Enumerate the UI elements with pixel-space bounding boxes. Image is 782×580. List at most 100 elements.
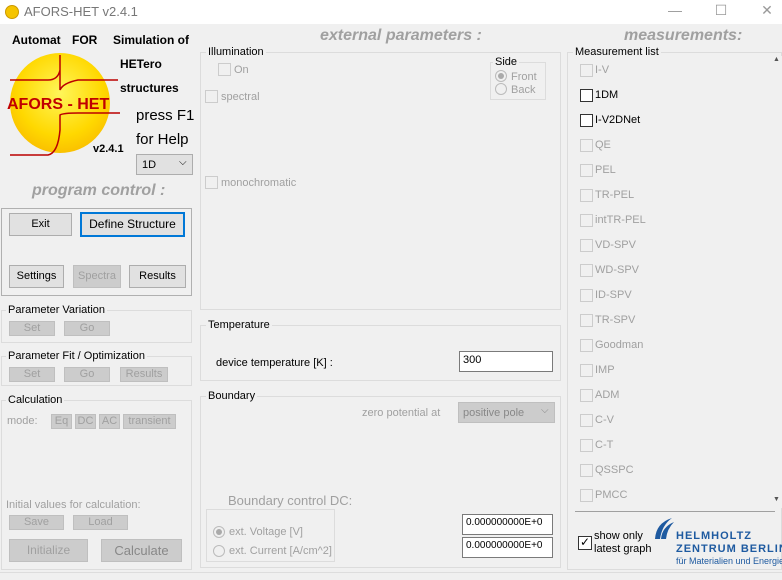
measurement-checkbox[interactable] [580, 89, 593, 102]
ac-button[interactable]: AC [99, 414, 120, 429]
monochromatic-checkbox[interactable] [205, 176, 218, 189]
initial-values-label: Initial values for calculation: [6, 499, 141, 511]
measurement-label: QE [595, 139, 611, 151]
side-label: Side [493, 56, 520, 68]
structures-text: structures [120, 81, 179, 95]
title-bar: AFORS-HET v2.4.1 — ☐ ✕ [0, 0, 782, 24]
measurement-label: ADM [595, 389, 620, 401]
calculation-label: Calculation [6, 394, 65, 406]
exit-button[interactable]: Exit [9, 213, 72, 236]
measurement-checkbox[interactable] [580, 464, 593, 477]
results-button[interactable]: Results [129, 265, 186, 288]
calculate-button[interactable]: Calculate [101, 539, 182, 562]
close-button[interactable]: ✕ [752, 2, 782, 19]
chevron-down-icon: ⌵ [541, 405, 549, 416]
scroll-up-icon[interactable]: ▲ [773, 56, 780, 63]
zero-potential-select[interactable]: positive pole ⌵ [458, 402, 555, 423]
measurement-checkbox[interactable] [580, 339, 593, 352]
measurement-checkbox[interactable] [580, 239, 593, 252]
save-button[interactable]: Save [9, 515, 64, 530]
voltage-input[interactable]: 0.000000000E+0 [462, 514, 553, 535]
measurement-label: IMP [595, 364, 615, 376]
measurement-label: C-V [595, 414, 614, 426]
status-bar [0, 572, 782, 573]
scroll-down-icon[interactable]: ▼ [773, 496, 780, 503]
helmholtz-logo-icon [655, 518, 674, 539]
minimize-button[interactable]: — [660, 2, 690, 18]
measurement-label: WD-SPV [595, 264, 639, 276]
measurement-label: I-V2DNet [595, 114, 641, 126]
measurements-header: measurements: [624, 27, 743, 44]
measurement-checkbox[interactable] [580, 139, 593, 152]
settings-button[interactable]: Settings [9, 265, 64, 288]
measurement-checkbox[interactable] [580, 114, 593, 127]
pf-go-button[interactable]: Go [64, 367, 110, 382]
on-checkbox[interactable] [218, 63, 231, 76]
dimension-select[interactable]: 1D ⌵ [136, 154, 193, 175]
define-structure-button[interactable]: Define Structure [80, 212, 185, 237]
measurement-label: intTR-PEL [595, 214, 646, 226]
front-radio[interactable] [495, 70, 507, 82]
measurement-checkbox[interactable] [580, 414, 593, 427]
initialize-button[interactable]: Initialize [9, 539, 88, 562]
measurement-checkbox[interactable] [580, 189, 593, 202]
for-help-text: for Help [136, 131, 189, 148]
for-text: FOR [72, 33, 98, 47]
measurement-list-label: Measurement list [573, 46, 661, 58]
measurement-scrollbar[interactable]: ▲ ▼ [773, 56, 782, 508]
maximize-button[interactable]: ☐ [706, 2, 736, 19]
spectral-checkbox[interactable] [205, 90, 218, 103]
window-title: AFORS-HET v2.4.1 [24, 4, 138, 19]
measurement-checkbox[interactable] [580, 64, 593, 77]
measurement-label: VD-SPV [595, 239, 636, 251]
measurement-checkbox[interactable] [580, 289, 593, 302]
on-label: On [234, 64, 249, 76]
device-temperature-label: device temperature [K] : [216, 357, 333, 369]
pv-set-button[interactable]: Set [9, 321, 55, 336]
boundary-control-dc-label: Boundary control DC: [228, 493, 353, 508]
measurement-label: I-V [595, 64, 610, 76]
pf-set-button[interactable]: Set [9, 367, 55, 382]
current-input[interactable]: 0.000000000E+0 [462, 537, 553, 558]
zero-potential-label: zero potential at [362, 407, 441, 419]
measurement-checkbox[interactable] [580, 314, 593, 327]
load-button[interactable]: Load [73, 515, 128, 530]
measurement-label: Goodman [595, 339, 644, 351]
pf-results-button[interactable]: Results [120, 367, 168, 382]
measurement-label: QSSPC [595, 464, 634, 476]
ext-voltage-radio[interactable] [213, 526, 225, 538]
measurement-checkbox[interactable] [580, 164, 593, 177]
measurement-label: PMCC [595, 489, 628, 501]
measurement-label: TR-SPV [595, 314, 636, 326]
measurement-checkbox[interactable] [580, 389, 593, 402]
ext-voltage-label: ext. Voltage [V] [229, 526, 303, 538]
logo-text: AFORS - HET [7, 96, 110, 113]
measurement-checkbox[interactable] [580, 214, 593, 227]
hzb-line3: für Materialien und Energie [676, 556, 782, 566]
back-radio[interactable] [495, 83, 507, 95]
external-parameters-header: external parameters : [320, 27, 482, 44]
measurement-checkbox[interactable] [580, 264, 593, 277]
measurement-label: 1DM [595, 89, 619, 101]
eq-button[interactable]: Eq [51, 414, 72, 429]
measurement-checkbox[interactable] [580, 489, 593, 502]
spectra-button[interactable]: Spectra [73, 265, 121, 288]
latest-graph-label: latest graph [594, 543, 652, 555]
automat-text: Automat [12, 33, 61, 47]
dc-button[interactable]: DC [75, 414, 96, 429]
measurement-checkbox[interactable] [580, 364, 593, 377]
pv-go-button[interactable]: Go [64, 321, 110, 336]
parameter-variation-label: Parameter Variation [6, 304, 108, 316]
version-text: v2.4.1 [93, 143, 124, 155]
measurement-checkbox[interactable] [580, 439, 593, 452]
measurement-label: ID-SPV [595, 289, 632, 301]
spectral-label: spectral [221, 91, 260, 103]
hetero-text: HETero [120, 57, 162, 71]
show-latest-checkbox[interactable]: ✓ [578, 536, 592, 550]
measurement-label: TR-PEL [595, 189, 635, 201]
ext-current-radio[interactable] [213, 545, 225, 557]
boundary-label: Boundary [206, 390, 258, 402]
divider [575, 511, 775, 512]
device-temperature-input[interactable]: 300 [459, 351, 553, 372]
transient-button[interactable]: transient [123, 414, 176, 429]
